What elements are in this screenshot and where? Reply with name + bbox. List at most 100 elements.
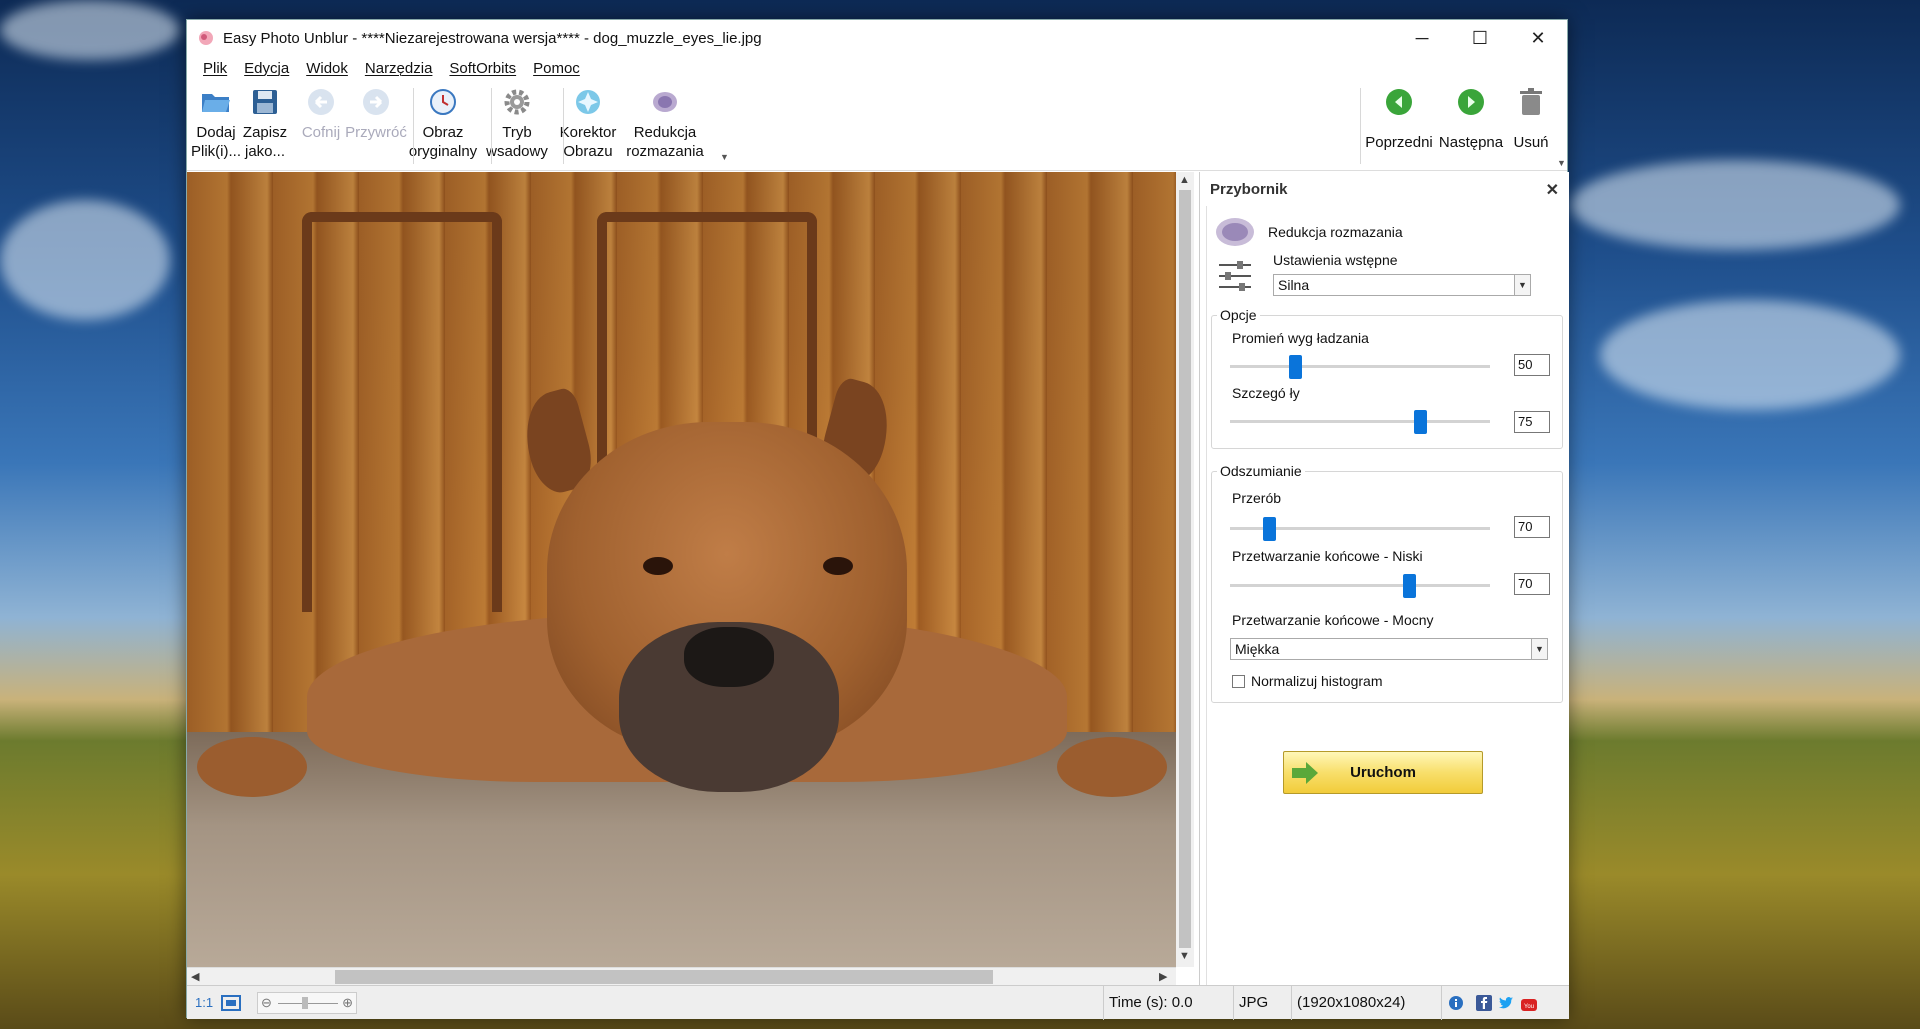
smoothing-radius-input[interactable]: 50 [1514,354,1550,376]
close-button[interactable]: ✕ [1509,20,1567,56]
post-strong-select[interactable]: Miękka ▼ [1230,638,1548,660]
app-icon [199,31,213,45]
post-low-slider[interactable] [1230,584,1490,587]
menu-file[interactable]: Plik [203,60,227,77]
blur-reduction-button[interactable]: Redukcja rozmazania [623,80,707,170]
undo-label: Cofnij [301,124,341,141]
zoom-slider[interactable]: ⊖ ⊕ [257,992,357,1014]
add-files-label-2: Plik(i)... [191,143,241,160]
panel-close-icon[interactable]: ✕ [1546,180,1559,200]
workspace: ▲ ▼ ◀ ▶ Przybornik ✕ Redukcja rozmazania [187,172,1569,985]
fit-screen-icon[interactable] [221,995,241,1011]
post-strong-value: Miękka [1235,641,1280,657]
dropdown-arrow-icon[interactable]: ▼ [1531,639,1547,659]
horizontal-scroll-thumb[interactable] [335,970,993,984]
menu-softorbits[interactable]: SoftOrbits [449,60,516,77]
undo-arrow-icon [305,86,337,118]
photo-dog-paw [197,737,307,797]
toolbox-panel: Przybornik ✕ Redukcja rozmazania Ustawie… [1199,172,1569,985]
previous-label: Poprzedni [1365,134,1433,151]
trash-icon [1515,86,1547,118]
smoothing-radius-thumb[interactable] [1289,355,1302,379]
post-low-label: Przetwarzanie końcowe - Niski [1232,548,1423,564]
title-bar[interactable]: Easy Photo Unblur - ****Niezarejestrowan… [187,20,1567,56]
toolbar-separator [563,88,564,164]
maximize-button[interactable]: ☐ [1451,20,1509,56]
image-horizontal-scrollbar[interactable]: ◀ ▶ [187,967,1176,985]
save-as-label-2: jako... [244,143,286,160]
desktop-cloud [0,0,180,60]
redo-button[interactable]: Przywróć [345,80,407,170]
normalize-histogram-checkbox[interactable] [1232,675,1245,688]
post-low-thumb[interactable] [1403,574,1417,598]
processing-input[interactable]: 70 [1514,516,1550,538]
zoom-1to1-button[interactable]: 1:1 [195,986,213,1020]
info-icon[interactable] [1448,995,1464,1011]
sliders-settings-icon [1219,261,1251,291]
blur-reduction-label-2: rozmazania [626,143,704,160]
menu-bar: Plik Edycja Widok Narzędzia SoftOrbits P… [187,56,1567,80]
post-low-input[interactable]: 70 [1514,573,1550,595]
image-vertical-scrollbar[interactable]: ▲ ▼ [1176,172,1194,967]
presets-label: Ustawienia wstępne [1273,252,1398,268]
photo-dog-nose [684,627,774,687]
previous-button[interactable]: Poprzedni [1363,80,1435,170]
facebook-icon[interactable] [1476,995,1492,1011]
toolbar-separator [1360,88,1361,164]
delete-button[interactable]: Usuń [1507,80,1555,170]
details-input[interactable]: 75 [1514,411,1550,433]
processing-thumb[interactable] [1263,517,1276,541]
menu-help[interactable]: Pomoc [533,60,580,77]
menu-tools[interactable]: Narzędzia [365,60,433,77]
next-button[interactable]: Następna [1435,80,1507,170]
run-button[interactable]: Uruchom [1283,751,1483,794]
corrector-label-2: Obrazu [563,143,613,160]
zoom-out-icon[interactable]: ⊖ [261,993,272,1013]
batch-label-2: wsadowy [486,143,548,160]
vertical-scroll-thumb[interactable] [1179,190,1191,948]
status-time: Time (s): 0.0 [1103,986,1233,1020]
status-bar: 1:1 ⊖ ⊕ Time (s): 0.0 JPG (1920x1080x24)… [187,985,1569,1020]
options-group-title: Opcje [1217,307,1260,323]
menu-view[interactable]: Widok [306,60,348,77]
clock-history-icon [427,86,459,118]
save-as-button[interactable]: Zapisz jako... [239,80,291,170]
details-slider[interactable] [1230,420,1490,423]
blur-reduction-icon [1216,218,1254,246]
toolbar-overflow-chevron-icon[interactable]: ▼ [720,152,729,162]
minimize-button[interactable]: ─ [1393,20,1451,56]
details-thumb[interactable] [1413,410,1427,434]
folder-open-icon [200,86,232,118]
zoom-thumb[interactable] [302,997,308,1009]
menu-edit[interactable]: Edycja [244,60,289,77]
denoise-group-title: Odszumianie [1217,463,1305,479]
undo-button[interactable]: Cofnij [295,80,347,170]
original-label-2: oryginalny [408,143,478,160]
gear-icon [501,86,533,118]
options-group: Opcje Promień wyg ładzania 50 Szczegó ły… [1211,307,1563,449]
photo-dog-paw [1057,737,1167,797]
batch-label-1: Tryb [502,124,532,141]
desktop-cloud [0,200,170,320]
smoothing-radius-slider[interactable] [1230,365,1490,368]
smoothing-radius-label: Promień wyg ładzania [1232,330,1369,346]
panel-title: Przybornik [1210,180,1288,198]
scroll-left-icon[interactable]: ◀ [191,968,199,986]
toolbar-right-chevron-icon[interactable]: ▼ [1557,158,1566,168]
photo-canvas[interactable] [187,172,1176,967]
save-as-label-1: Zapisz [242,124,288,141]
details-label: Szczegó ły [1232,385,1300,401]
zoom-in-icon[interactable]: ⊕ [342,993,353,1013]
scroll-up-icon[interactable]: ▲ [1179,174,1190,186]
add-files-button[interactable]: Dodaj Plik(i)... [191,80,241,170]
twitter-icon[interactable] [1498,995,1514,1011]
original-image-button[interactable]: Obraz oryginalny [405,80,481,170]
presets-select[interactable]: Silna ▼ [1273,274,1531,296]
next-arrow-icon [1455,86,1487,118]
blur-reduction-icon [649,86,681,118]
youtube-icon[interactable]: You [1520,993,1538,1013]
scroll-down-icon[interactable]: ▼ [1179,950,1190,962]
app-window: Easy Photo Unblur - ****Niezarejestrowan… [186,19,1569,1020]
scroll-right-icon[interactable]: ▶ [1159,968,1167,986]
dropdown-arrow-icon[interactable]: ▼ [1514,275,1530,295]
